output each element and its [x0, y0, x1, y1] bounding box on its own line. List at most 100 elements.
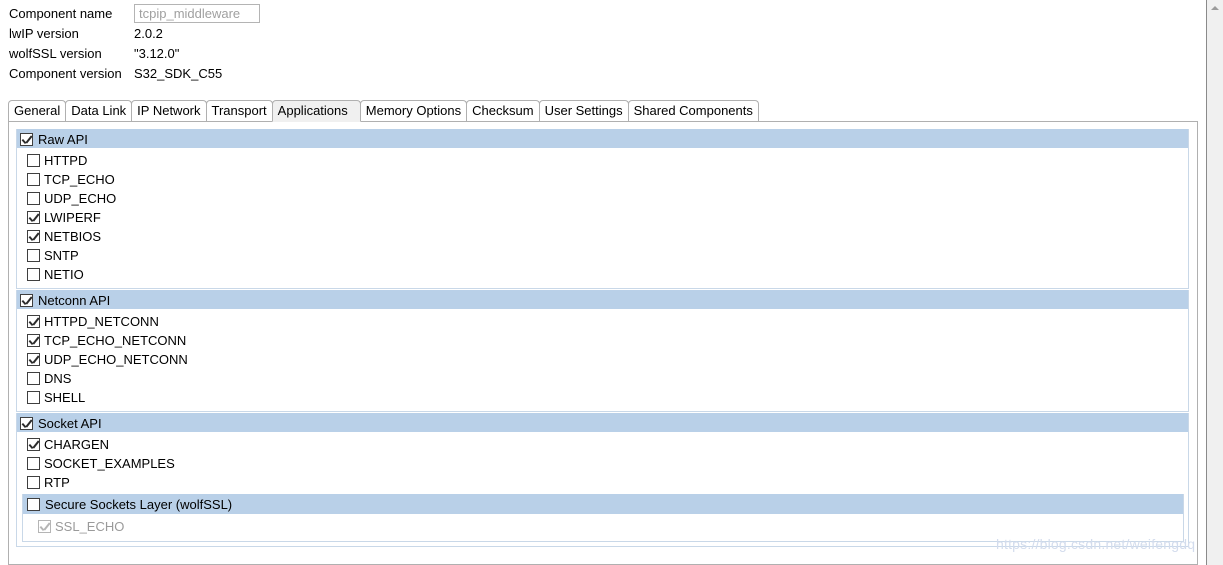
group-body: HTTPD_NETCONN TCP_ECHO_NETCONN UDP_ECHO_NE…	[17, 309, 1188, 411]
checkbox-row[interactable]: SHELL	[17, 388, 1188, 407]
checkbox-secure-sockets-layer-wolfssl-[interactable]	[27, 498, 40, 511]
checkbox-socket-api[interactable]	[20, 417, 33, 430]
group-header-label: Socket API	[38, 416, 102, 431]
checkbox-label: TCP_ECHO	[44, 172, 115, 187]
checkbox-label: TCP_ECHO_NETCONN	[44, 333, 187, 348]
checkbox-tcp-echo-netconn[interactable]	[27, 334, 40, 347]
property-label: Component version	[9, 66, 122, 81]
checkbox-row[interactable]: SOCKET_EXAMPLES	[17, 454, 1188, 473]
checkbox-netio[interactable]	[27, 268, 40, 281]
tab-applications[interactable]: Applications	[271, 100, 361, 122]
checkbox-row[interactable]: CHARGEN	[17, 435, 1188, 454]
tab-user-settings[interactable]: User Settings	[538, 100, 629, 121]
checkbox-chargen[interactable]	[27, 438, 40, 451]
checkbox-sntp[interactable]	[27, 249, 40, 262]
checkbox-httpd[interactable]	[27, 154, 40, 167]
checkbox-label: LWIPERF	[44, 210, 101, 225]
checkbox-shell[interactable]	[27, 391, 40, 404]
checkbox-label: SOCKET_EXAMPLES	[44, 456, 175, 471]
property-value: "3.12.0"	[134, 46, 180, 61]
property-value: 2.0.2	[134, 26, 163, 41]
checkbox-ssl-echo	[38, 520, 51, 533]
checkbox-lwiperf[interactable]	[27, 211, 40, 224]
tab-label: Applications	[277, 103, 348, 118]
tab-shared-components[interactable]: Shared Components	[627, 100, 759, 121]
checkbox-row[interactable]: SNTP	[17, 246, 1188, 265]
group-header-label: Netconn API	[38, 293, 111, 308]
component-inspector-window: Component name lwIP version 2.0.2 wolfSSL v…	[0, 0, 1223, 565]
applications-tab-panel: Raw API HTTPD TCP_ECHO UDP_ECHO LWIPERF NETBI…	[8, 121, 1198, 565]
checkbox-row[interactable]: UDP_ECHO_NETCONN	[17, 350, 1188, 369]
checkbox-label: NETBIOS	[44, 229, 102, 244]
tab-bar[interactable]: General Data Link IP Network Transport Appli…	[8, 100, 1198, 122]
property-value: S32_SDK_C55	[134, 66, 223, 81]
checkbox-label: SSL_ECHO	[55, 519, 125, 534]
checkbox-socket-examples[interactable]	[27, 457, 40, 470]
group-header-label: Raw API	[38, 132, 88, 147]
group-header-netconn-api[interactable]: Netconn API	[17, 290, 1188, 309]
watermark-text: https://blog.csdn.net/weifengdq	[996, 536, 1196, 552]
tab-label: General	[14, 103, 61, 118]
checkbox-label: UDP_ECHO	[44, 191, 117, 206]
group-raw-api: Raw API HTTPD TCP_ECHO UDP_ECHO LWIPERF NETBI…	[16, 129, 1189, 289]
checkbox-rtp[interactable]	[27, 476, 40, 489]
chevron-up-icon	[1211, 6, 1219, 10]
component-name-input[interactable]	[134, 4, 260, 23]
checkbox-row[interactable]: UDP_ECHO	[17, 189, 1188, 208]
group-body: CHARGEN SOCKET_EXAMPLES RTP Secure Sockets …	[17, 432, 1188, 546]
checkbox-httpd-netconn[interactable]	[27, 315, 40, 328]
component-properties: Component name lwIP version 2.0.2 wolfSSL v…	[0, 0, 1206, 96]
checkbox-row[interactable]: TCP_ECHO	[17, 170, 1188, 189]
tab-label: Memory Options	[365, 103, 462, 118]
group-body: HTTPD TCP_ECHO UDP_ECHO LWIPERF NETBIOS SNTP N…	[17, 148, 1188, 288]
checkbox-udp-echo-netconn[interactable]	[27, 353, 40, 366]
group-header-secure-sockets-layer[interactable]: Secure Sockets Layer (wolfSSL)	[23, 494, 1183, 514]
checkbox-row[interactable]: HTTPD	[17, 151, 1188, 170]
checkbox-dns[interactable]	[27, 372, 40, 385]
group-socket-api: Socket API CHARGEN SOCKET_EXAMPLES RTP Secur…	[16, 413, 1189, 547]
checkbox-row: SSL_ECHO	[23, 517, 1183, 536]
tab-general[interactable]: General	[8, 100, 67, 121]
tab-label: IP Network	[137, 103, 201, 118]
checkbox-row[interactable]: NETIO	[17, 265, 1188, 284]
checkbox-label: SHELL	[44, 390, 86, 405]
checkbox-row[interactable]: RTP	[17, 473, 1188, 492]
group-netconn-api: Netconn API HTTPD_NETCONN TCP_ECHO_NETCONN…	[16, 290, 1189, 412]
tab-memory-options[interactable]: Memory Options	[359, 100, 468, 121]
scroll-up-button[interactable]	[1207, 0, 1223, 17]
scrollable-content: Component name lwIP version 2.0.2 wolfSSL v…	[0, 0, 1206, 565]
checkbox-row[interactable]: DNS	[17, 369, 1188, 388]
checkbox-label: DNS	[44, 371, 72, 386]
tab-data-link[interactable]: Data Link	[65, 100, 133, 121]
tab-checksum[interactable]: Checksum	[466, 100, 540, 121]
tab-label: Shared Components	[633, 103, 753, 118]
checkbox-netbios[interactable]	[27, 230, 40, 243]
tab-label: Data Link	[71, 103, 127, 118]
checkbox-label: HTTPD	[44, 153, 88, 168]
checkbox-row[interactable]: TCP_ECHO_NETCONN	[17, 331, 1188, 350]
checkbox-label: RTP	[44, 475, 70, 490]
property-label: wolfSSL version	[9, 46, 102, 61]
checkbox-udp-echo[interactable]	[27, 192, 40, 205]
checkbox-row[interactable]: LWIPERF	[17, 208, 1188, 227]
tab-transport[interactable]: Transport	[205, 100, 273, 121]
checkbox-tcp-echo[interactable]	[27, 173, 40, 186]
tab-ip-network[interactable]: IP Network	[131, 100, 207, 121]
vertical-scrollbar[interactable]	[1206, 0, 1223, 565]
checkbox-row[interactable]: NETBIOS	[17, 227, 1188, 246]
checkbox-row[interactable]: HTTPD_NETCONN	[17, 312, 1188, 331]
group-header-label: Secure Sockets Layer (wolfSSL)	[45, 497, 233, 512]
checkbox-netconn-api[interactable]	[20, 294, 33, 307]
group-header-raw-api[interactable]: Raw API	[17, 129, 1188, 148]
group-secure-sockets-layer: Secure Sockets Layer (wolfSSL) SSL_ECHO	[22, 494, 1184, 542]
tab-label: User Settings	[544, 103, 623, 118]
checkbox-label: UDP_ECHO_NETCONN	[44, 352, 188, 367]
checkbox-label: CHARGEN	[44, 437, 110, 452]
checkbox-label: SNTP	[44, 248, 79, 263]
group-header-socket-api[interactable]: Socket API	[17, 413, 1188, 432]
checkbox-raw-api[interactable]	[20, 133, 33, 146]
checkbox-label: NETIO	[44, 267, 84, 282]
tab-label: Checksum	[472, 103, 534, 118]
property-label: lwIP version	[9, 26, 79, 41]
property-label: Component name	[9, 6, 113, 21]
